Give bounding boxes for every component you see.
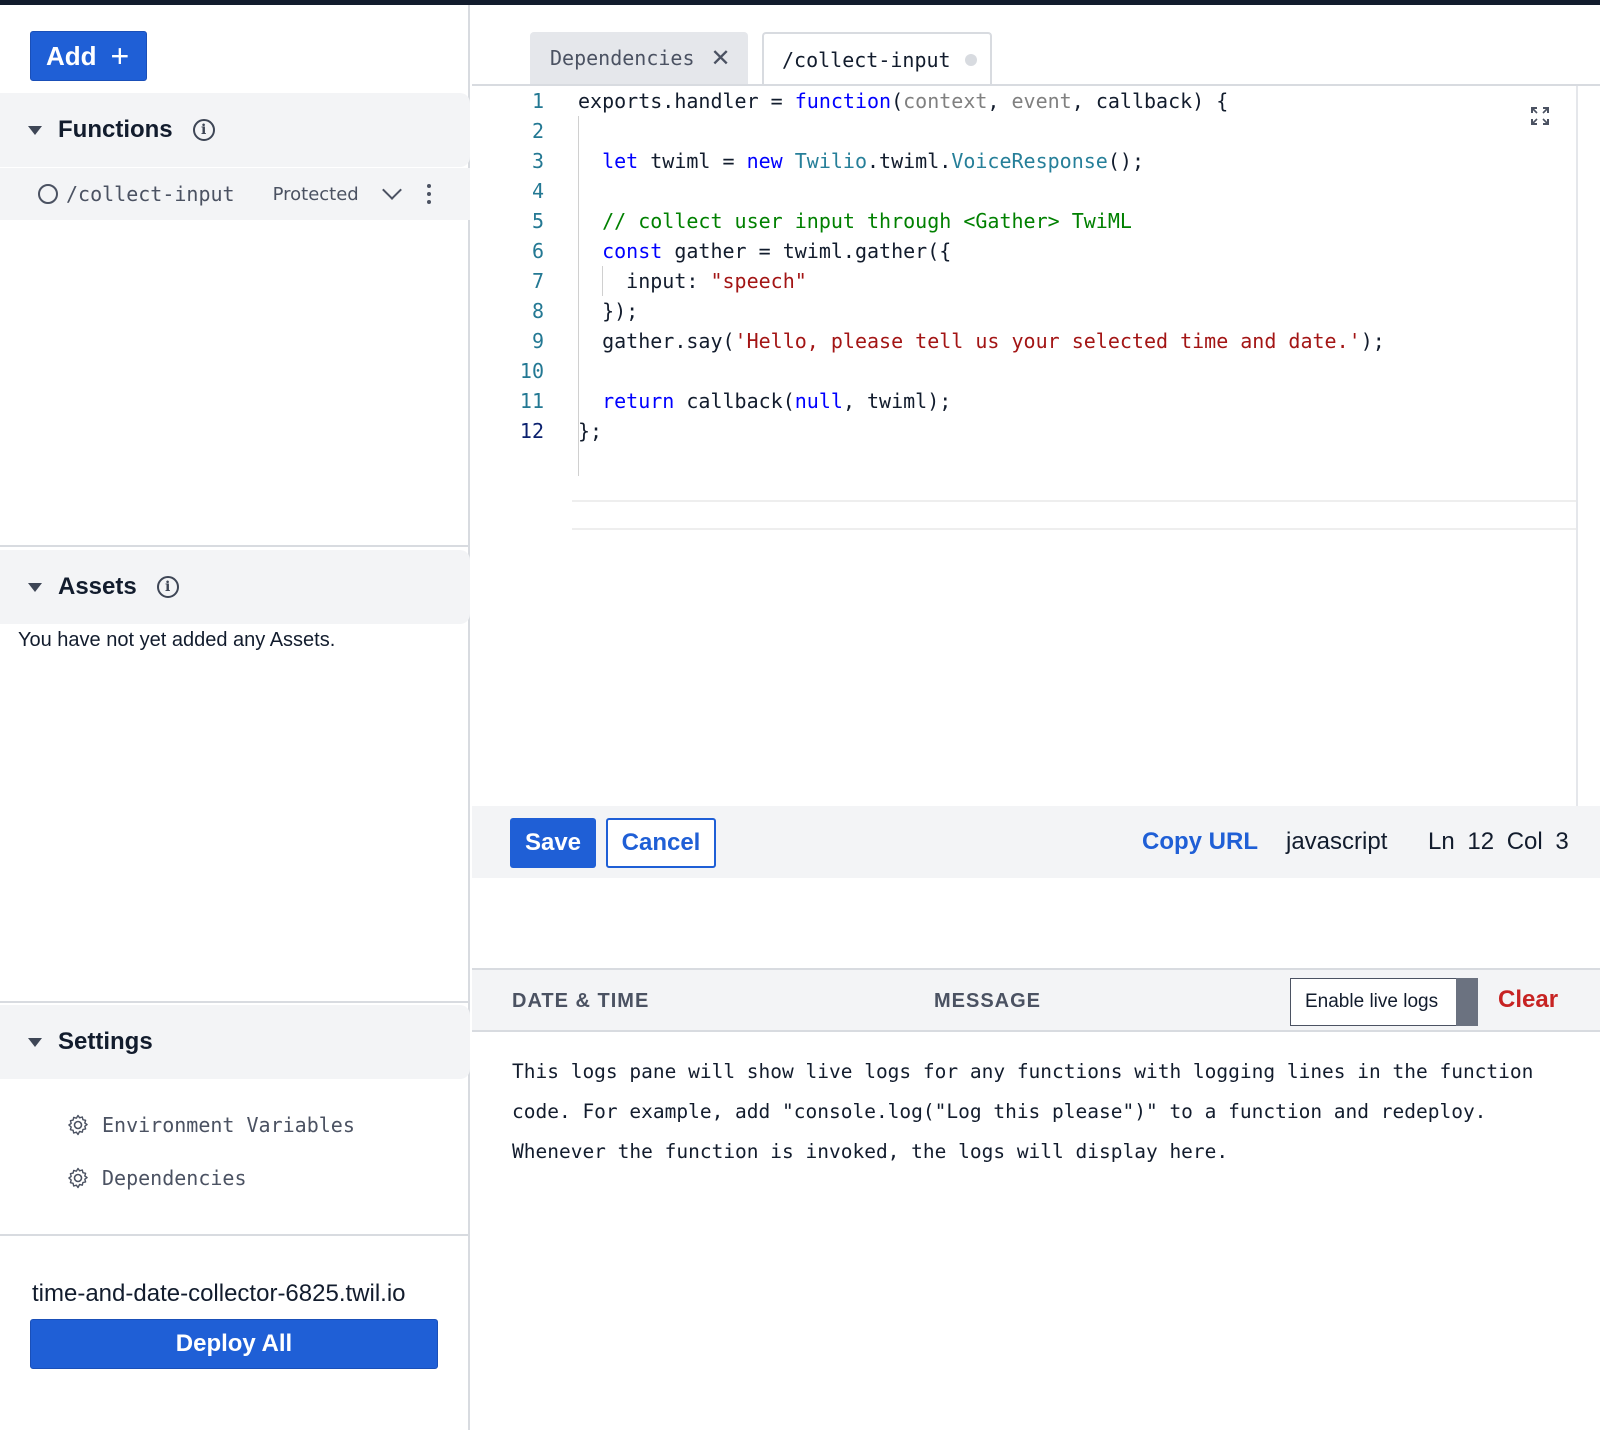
plus-icon: + [110,38,130,74]
logs-header: DATE & TIME MESSAGE Enable live logs Cle… [472,970,1600,1032]
line-number: 2 [531,119,544,143]
info-icon[interactable]: i [192,119,215,141]
code-editor[interactable]: 1 exports.handler = function(context, eve… [472,84,1600,806]
functions-title: Functions [58,116,173,143]
line-number: 9 [531,329,544,353]
code-text: }; [578,419,603,443]
code-text: return callback(null, twiml); [602,389,952,413]
unsaved-dot-icon [964,54,977,66]
save-button[interactable]: Save [510,818,596,868]
service-domain: time-and-date-collector-6825.twil.io [32,1280,406,1307]
sidebar: Add + Functions i /collect-input Protect… [0,5,470,1430]
settings-section-header[interactable]: Settings [0,1005,470,1079]
code-text: let twiml = new Twilio.twiml.VoiceRespon… [602,149,1144,173]
divider [0,1001,470,1003]
collapse-triangle-icon [28,1037,42,1047]
settings-title: Settings [58,1028,153,1055]
tab-label: Dependencies [550,46,695,70]
line-number: 4 [531,179,544,203]
tab-dependencies[interactable]: Dependencies ✕ [530,32,748,84]
toggle-handle[interactable] [1456,978,1478,1026]
code-line[interactable]: 5 // collect user input through <Gather>… [472,206,1572,236]
logs-message: This logs pane will show live logs for a… [512,1060,1534,1163]
code-line[interactable]: 11 return callback(null, twiml); [472,386,1572,416]
divider [0,545,470,547]
assets-section-header[interactable]: Assets i [0,550,470,624]
assets-empty-message: You have not yet added any Assets. [18,629,336,651]
gear-icon [68,1114,88,1136]
divider [0,1234,470,1236]
more-options-icon[interactable] [426,184,431,204]
copy-url-link[interactable]: Copy URL [1142,828,1258,856]
code-line[interactable]: 6 const gather = twiml.gather({ [472,236,1572,266]
column-message: MESSAGE [934,990,1042,1012]
gear-icon [68,1167,88,1189]
code-line[interactable]: 10 [472,356,1572,386]
cursor-position: Ln 12 Col 3 [1428,828,1569,855]
collapse-triangle-icon [28,582,42,592]
language-indicator: javascript [1286,828,1388,855]
line-number: 7 [531,269,544,293]
line-number: 3 [531,149,544,173]
toggle-label: Enable live logs [1305,991,1439,1012]
tab-collect-input[interactable]: /collect-input [762,32,992,86]
code-text: }); [578,299,639,323]
code-line[interactable]: 2 [472,116,1572,146]
line-number: 11 [519,389,544,413]
settings-item-dependencies[interactable]: Dependencies [66,1166,247,1190]
code-line[interactable]: 12}; [472,416,1572,446]
editor-scrollbar-track[interactable] [1576,86,1578,806]
chevron-down-icon[interactable] [381,180,402,200]
add-button[interactable]: Add + [30,31,147,81]
enable-live-logs-toggle[interactable]: Enable live logs [1290,978,1478,1026]
line-number: 6 [531,239,544,263]
logs-pane: DATE & TIME MESSAGE Enable live logs Cle… [472,968,1600,1430]
settings-item-environment-variables[interactable]: Environment Variables [66,1113,355,1137]
line-number: 8 [531,299,544,323]
code-line[interactable]: 9 gather.say('Hello, please tell us your… [472,326,1572,356]
line-number: 12 [519,419,544,443]
code-text: exports.handler = function(context, even… [578,89,1229,113]
line-number: 10 [519,359,544,383]
code-line[interactable]: 8 }); [472,296,1572,326]
line-number: 5 [531,209,544,233]
close-icon[interactable]: ✕ [711,44,731,72]
clear-logs-button[interactable]: Clear [1498,986,1558,1014]
active-line-highlight [572,500,1578,530]
add-label: Add [46,40,97,71]
code-text: gather.say('Hello, please tell us your s… [578,329,1385,353]
radio-icon[interactable] [38,184,58,204]
tab-label: /collect-input [782,48,951,72]
column-date-time: DATE & TIME [512,990,650,1012]
collapse-triangle-icon [28,125,42,135]
code-text: // collect user input through <Gather> T… [602,209,1132,233]
function-visibility: Protected [272,183,359,205]
code-line[interactable]: 4 [472,176,1572,206]
code-line[interactable]: 7 input: "speech" [472,266,1572,296]
assets-title: Assets [58,573,137,600]
code-text: input: "speech" [578,269,807,293]
info-icon[interactable]: i [156,576,179,598]
line-number: 1 [531,89,544,113]
code-line[interactable]: 1 exports.handler = function(context, eve… [472,86,1572,116]
settings-item-label: Environment Variables [102,1113,355,1137]
cancel-button[interactable]: Cancel [606,818,716,868]
function-path: /collect-input [66,182,235,206]
editor-toolbar: Save Cancel Copy URL javascript Ln 12 Co… [472,806,1600,878]
settings-item-label: Dependencies [102,1166,247,1190]
functions-section-header[interactable]: Functions i [0,93,470,167]
code-line[interactable]: 3 let twiml = new Twilio.twiml.VoiceResp… [472,146,1572,176]
function-item[interactable]: /collect-input Protected [0,168,470,220]
code-text: const gather = twiml.gather({ [602,239,952,263]
deploy-all-button[interactable]: Deploy All [30,1319,438,1369]
